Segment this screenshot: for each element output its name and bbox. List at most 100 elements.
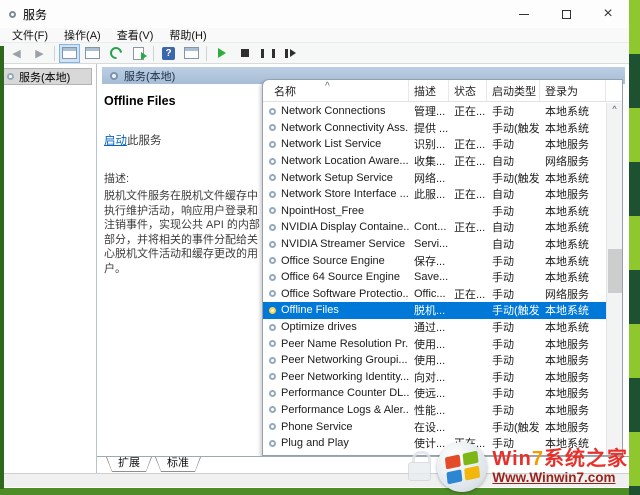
service-startup-cell: 手动(触发... <box>487 302 540 318</box>
tab-standard[interactable]: 标准 <box>155 457 201 472</box>
service-gear-icon <box>269 207 276 214</box>
show-tree-icon[interactable] <box>59 44 80 63</box>
play-icon[interactable] <box>211 44 232 63</box>
service-name-cell: Network Connections <box>263 105 409 117</box>
service-gear-icon <box>269 257 276 264</box>
service-row[interactable]: NVIDIA Display Containe...Cont...正在...自动… <box>263 219 606 236</box>
service-desc-cell: Save... <box>409 271 449 283</box>
column-header[interactable]: 名称 <box>263 80 409 101</box>
main-area: 服务(本地) 服务(本地) Offline Files 启动此服务 描述: 脱机… <box>0 64 629 473</box>
service-row[interactable]: Network Connectivity Ass...提供 ...手动(触发..… <box>263 120 606 137</box>
service-startup-cell: 自动 <box>487 236 540 252</box>
scroll-up-icon[interactable]: ^ <box>607 103 622 118</box>
service-gear-icon <box>269 390 276 397</box>
minimize-icon <box>519 14 529 15</box>
service-startup-cell: 手动(触发... <box>487 419 540 435</box>
forward-icon[interactable] <box>29 44 50 63</box>
stop-icon[interactable] <box>234 44 255 63</box>
column-header[interactable]: 登录为 <box>540 80 606 101</box>
service-name-cell: Network Connectivity Ass... <box>263 122 409 134</box>
service-name-cell: Optimize drives <box>263 321 409 333</box>
service-logon-cell: 本地系统 <box>540 236 606 252</box>
service-row[interactable]: Peer Networking Identity...向对...手动本地服务 <box>263 369 606 386</box>
service-desc-cell: 此服... <box>409 186 449 202</box>
back-icon[interactable] <box>6 44 27 63</box>
menu-item[interactable]: 文件(F) <box>4 27 56 43</box>
service-row[interactable]: Peer Networking Groupi...使用...手动本地服务 <box>263 352 606 369</box>
service-row[interactable]: Performance Counter DL...使远...手动本地服务 <box>263 385 606 402</box>
column-header[interactable]: 启动类型 <box>487 80 540 101</box>
service-logon-cell: 本地系统 <box>540 302 606 318</box>
service-name-cell: Office Software Protectio... <box>263 288 409 300</box>
service-row[interactable]: Network Connections管理...正在...手动本地系统 <box>263 103 606 120</box>
service-row[interactable]: Phone Service在设...手动(触发...本地服务 <box>263 418 606 435</box>
start-service-suffix: 此服务 <box>127 135 162 147</box>
site-background-left <box>0 46 4 489</box>
service-desc-cell: 使用... <box>409 336 449 352</box>
service-desc-cell: 识别... <box>409 136 449 152</box>
service-row[interactable]: Network Store Interface ...此服...正在...自动本… <box>263 186 606 203</box>
service-row[interactable]: Peer Name Resolution Pr...使用...手动本地服务 <box>263 335 606 352</box>
menu-item[interactable]: 帮助(H) <box>161 27 214 43</box>
start-service-link[interactable]: 启动 <box>104 135 127 147</box>
column-header[interactable]: 状态 <box>449 80 487 101</box>
service-startup-cell: 手动 <box>487 103 540 119</box>
service-row[interactable]: NpointHost_Free手动本地系统 <box>263 203 606 220</box>
services-window: 服务 × 文件(F)操作(A)查看(V)帮助(H) 服务(本地) 服务(本地) <box>0 0 629 488</box>
service-gear-icon <box>269 340 276 347</box>
service-gear-icon <box>269 357 276 364</box>
vertical-scrollbar[interactable]: ^ <box>606 103 622 455</box>
service-row[interactable]: Network List Service识别...正在...手动本地服务 <box>263 136 606 153</box>
service-name-cell: Plug and Play <box>263 437 409 449</box>
service-name-cell: Phone Service <box>263 421 409 433</box>
refresh-icon[interactable] <box>105 44 126 63</box>
service-row[interactable]: Offline Files脱机...手动(触发...本地系统 <box>263 302 606 319</box>
service-name-cell: NVIDIA Display Containe... <box>263 221 409 233</box>
scrollbar-thumb[interactable] <box>608 249 622 293</box>
close-icon: × <box>603 6 612 22</box>
tab-extended[interactable]: 扩展 <box>106 457 152 472</box>
service-logon-cell: 本地服务 <box>540 369 606 385</box>
service-gear-icon <box>269 141 276 148</box>
maximize-button[interactable] <box>545 0 587 28</box>
show-window-icon[interactable] <box>181 44 202 63</box>
service-name-cell: Performance Logs & Aler... <box>263 404 409 416</box>
service-logon-cell: 本地系统 <box>540 120 606 136</box>
service-status-cell: 正在... <box>449 286 487 302</box>
service-gear-icon <box>269 158 276 165</box>
services-app-icon <box>9 11 16 18</box>
service-desc-cell: 使用... <box>409 352 449 368</box>
sort-ascending-indicator <box>325 81 330 92</box>
watermark-brand: Win7系统之家 <box>492 449 628 470</box>
service-gear-icon <box>269 224 276 231</box>
export-icon[interactable] <box>128 44 149 63</box>
services-list-panel: 名称描述状态启动类型登录为 Network Connections管理...正在… <box>262 79 623 456</box>
service-logon-cell: 本地服务 <box>540 402 606 418</box>
service-row[interactable]: Optimize drives通过...手动本地系统 <box>263 319 606 336</box>
service-row[interactable]: NVIDIA Streamer ServiceServi...自动本地系统 <box>263 236 606 253</box>
close-button[interactable]: × <box>587 0 629 28</box>
minimize-button[interactable] <box>503 0 545 28</box>
service-name-cell: Office 64 Source Engine <box>263 271 409 283</box>
pause-icon[interactable] <box>257 44 278 63</box>
restart-icon[interactable] <box>280 44 301 63</box>
title-bar: 服务 × <box>0 0 629 28</box>
service-row[interactable]: Office 64 Source EngineSave...手动本地系统 <box>263 269 606 286</box>
service-status-cell: 正在... <box>449 186 487 202</box>
service-row[interactable]: Network Setup Service网络...手动(触发...本地系统 <box>263 169 606 186</box>
menu-item[interactable]: 查看(V) <box>109 27 162 43</box>
column-header[interactable]: 描述 <box>409 80 449 101</box>
service-row[interactable]: Office Source Engine保存...手动本地系统 <box>263 252 606 269</box>
menu-item[interactable]: 操作(A) <box>56 27 109 43</box>
window-title: 服务 <box>23 6 47 23</box>
service-row[interactable]: Network Location Aware...收集...正在...自动网络服… <box>263 153 606 170</box>
service-row[interactable]: Office Software Protectio...Offic...正在..… <box>263 286 606 303</box>
help-icon[interactable] <box>158 44 179 63</box>
service-logon-cell: 本地服务 <box>540 336 606 352</box>
service-row[interactable]: Performance Logs & Aler...性能...手动本地服务 <box>263 402 606 419</box>
window-list-icon[interactable] <box>82 44 103 63</box>
tree-item-services-local[interactable]: 服务(本地) <box>3 68 92 85</box>
service-gear-icon <box>269 174 276 181</box>
service-detail-pane: Offline Files 启动此服务 描述: 脱机文件服务在脱机文件缓存中执行… <box>104 86 264 276</box>
service-gear-icon <box>269 108 276 115</box>
